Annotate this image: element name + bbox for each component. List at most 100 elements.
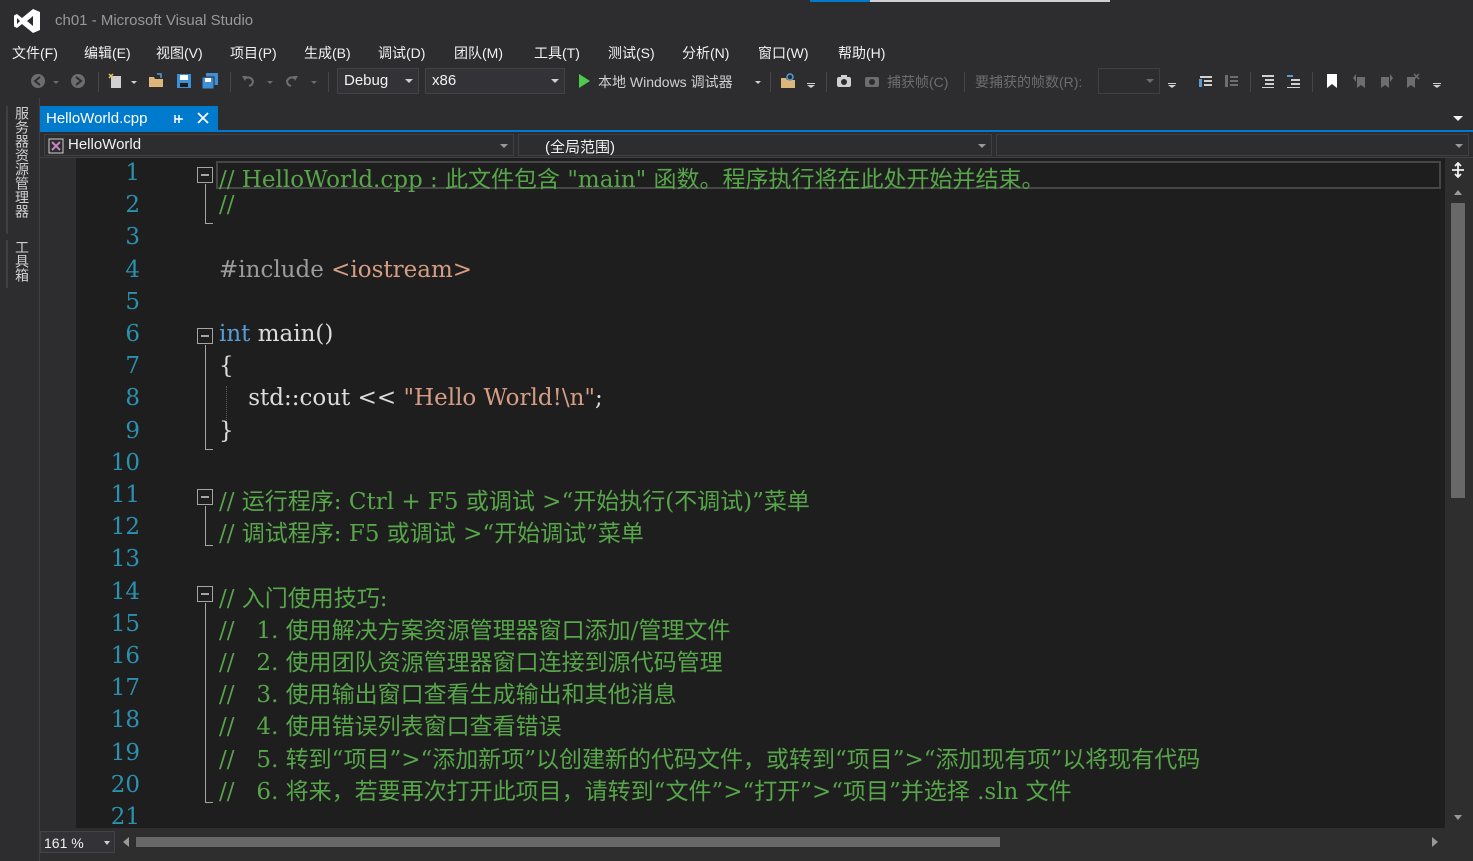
scroll-down-icon[interactable]: [1453, 814, 1463, 822]
back-dropdown-icon[interactable]: [52, 73, 60, 89]
code-line[interactable]: 10: [40, 448, 1445, 480]
menu-team[interactable]: 团队(M): [454, 43, 503, 63]
code-line[interactable]: 6 int main(): [40, 319, 1445, 351]
close-icon[interactable]: [197, 112, 209, 124]
code-line[interactable]: 17 // 3. 使用输出窗口查看生成输出和其他消息: [40, 673, 1445, 708]
code-editor[interactable]: 1 // HelloWorld.cpp : 此文件包含 "main" 函数。程序执…: [40, 158, 1445, 828]
capture-frame-icon[interactable]: [864, 73, 880, 89]
code-token: // 5. 转到“项目”>“添加新项”以创建新的代码文件，或转到“项目”>“添加…: [219, 746, 1201, 773]
frames-to-capture-combo[interactable]: [1098, 68, 1160, 94]
toolbox-tab[interactable]: 工具箱: [12, 240, 32, 282]
code-line[interactable]: 9}: [40, 416, 1445, 448]
project-combo[interactable]: HelloWorld: [44, 134, 514, 156]
sidetab-indicator: [6, 106, 8, 234]
line-number: 10: [110, 449, 140, 476]
open-file-icon[interactable]: [148, 73, 164, 89]
line-number: 6: [125, 321, 140, 347]
menu-window[interactable]: 窗口(W): [758, 43, 809, 63]
menu-build[interactable]: 生成(B): [304, 43, 351, 63]
code-text: // 运行程序: Ctrl + F5 或调试 >“开始执行(不调试)”菜单: [219, 482, 810, 516]
next-bookmark-icon[interactable]: [1378, 73, 1394, 89]
overflow-dropdown-icon[interactable]: [1167, 73, 1177, 89]
show-next-statement-icon[interactable]: [1198, 73, 1214, 89]
scope-value: (全局范围): [545, 139, 615, 156]
line-number: 7: [125, 353, 140, 380]
overflow-dropdown-icon[interactable]: [1432, 73, 1442, 89]
code-line[interactable]: 2 //: [40, 190, 1445, 222]
clear-bookmarks-icon[interactable]: [1404, 73, 1420, 89]
scroll-left-icon[interactable]: [123, 837, 129, 847]
code-line[interactable]: 12 // 调试程序: F5 或调试 >“开始调试”菜单: [40, 512, 1445, 547]
redo-icon[interactable]: [284, 73, 300, 89]
new-dropdown-icon[interactable]: [130, 73, 138, 89]
undo-icon[interactable]: [240, 73, 256, 89]
tab-helloworld-cpp[interactable]: HelloWorld.cpp: [40, 106, 218, 132]
code-line[interactable]: 8 std::cout << "Hello World!\n";: [40, 383, 1445, 415]
scope-combo[interactable]: (全局范围): [518, 134, 992, 156]
split-window-icon[interactable]: [1451, 162, 1465, 178]
menu-project[interactable]: 项目(P): [230, 43, 277, 63]
code-token: // 6. 将来，若要再次打开此项目，请转到“文件”>“打开”>“项目”并选择 …: [219, 778, 1072, 805]
title-bar: ch01 - Microsoft Visual Studio: [0, 0, 1473, 40]
comment-lines-icon[interactable]: [1260, 73, 1276, 89]
platform-combo[interactable]: x86: [425, 68, 565, 94]
code-line[interactable]: 5: [40, 287, 1445, 319]
find-in-files-icon[interactable]: [780, 73, 796, 89]
tab-list-dropdown-icon[interactable]: [1453, 116, 1463, 121]
horizontal-scroll-thumb[interactable]: [136, 837, 1000, 847]
overflow-dropdown-icon[interactable]: [806, 73, 816, 89]
vertical-scroll-thumb[interactable]: [1451, 203, 1465, 498]
start-debug-icon[interactable]: [576, 73, 592, 89]
step-icon[interactable]: [1224, 73, 1240, 89]
code-token: int: [219, 321, 251, 347]
forward-icon[interactable]: [70, 73, 86, 89]
code-line[interactable]: 21: [40, 802, 1445, 828]
menu-help[interactable]: 帮助(H): [838, 43, 885, 63]
camera-icon[interactable]: [836, 73, 852, 89]
uncomment-lines-icon[interactable]: [1286, 73, 1302, 89]
member-combo[interactable]: [996, 134, 1469, 156]
code-line[interactable]: 15 // 1. 使用解决方案资源管理器窗口添加/管理文件: [40, 609, 1445, 644]
code-line[interactable]: 18 // 4. 使用错误列表窗口查看错误: [40, 705, 1445, 740]
server-explorer-tab[interactable]: 服务器资源管理器: [12, 106, 32, 218]
start-debugger-button[interactable]: 本地 Windows 调试器: [598, 72, 733, 92]
back-icon[interactable]: [30, 73, 46, 89]
menu-file[interactable]: 文件(F): [12, 43, 58, 63]
code-line[interactable]: 4 #include <iostream>: [40, 255, 1445, 287]
vertical-scrollbar[interactable]: [1445, 158, 1473, 828]
visual-studio-logo-icon: [14, 9, 40, 33]
pin-icon[interactable]: [173, 112, 185, 126]
code-line[interactable]: 20 // 6. 将来，若要再次打开此项目，请转到“文件”>“打开”>“项目”并选…: [40, 770, 1445, 805]
scroll-right-icon[interactable]: [1432, 837, 1438, 847]
code-line[interactable]: 11 // 运行程序: Ctrl + F5 或调试 >“开始执行(不调试)”菜单: [40, 480, 1445, 515]
debugger-dropdown-icon[interactable]: [754, 73, 762, 89]
chevron-down-icon: [1455, 144, 1463, 148]
new-project-icon[interactable]: [108, 73, 124, 89]
configuration-combo[interactable]: Debug: [337, 68, 419, 94]
menu-test[interactable]: 测试(S): [608, 43, 655, 63]
code-token: <iostream>: [331, 256, 473, 283]
save-all-icon[interactable]: [202, 73, 218, 89]
configuration-value: Debug: [344, 72, 389, 89]
zoom-combo[interactable]: 161 %: [40, 831, 115, 853]
capture-frame-button[interactable]: 捕获帧(C): [887, 72, 948, 92]
menu-edit[interactable]: 编辑(E): [84, 43, 131, 63]
previous-bookmark-icon[interactable]: [1352, 73, 1368, 89]
bookmark-icon[interactable]: [1324, 73, 1340, 89]
code-line[interactable]: 3: [40, 222, 1445, 254]
code-line[interactable]: 7{: [40, 351, 1445, 383]
code-line[interactable]: 13: [40, 544, 1445, 576]
code-line[interactable]: 14 // 入门使用技巧:: [40, 577, 1445, 612]
code-line[interactable]: 1 // HelloWorld.cpp : 此文件包含 "main" 函数。程序执…: [40, 158, 1445, 193]
menu-tools[interactable]: 工具(T): [534, 43, 580, 63]
menu-analyze[interactable]: 分析(N): [682, 43, 729, 63]
navigation-bar: HelloWorld (全局范围): [40, 132, 1473, 158]
menu-view[interactable]: 视图(V): [156, 43, 203, 63]
code-line[interactable]: 19 // 5. 转到“项目”>“添加新项”以创建新的代码文件，或转到“项目”>“…: [40, 738, 1445, 773]
code-line[interactable]: 16 // 2. 使用团队资源管理器窗口连接到源代码管理: [40, 641, 1445, 676]
save-icon[interactable]: [176, 73, 192, 89]
redo-dropdown-icon[interactable]: [310, 73, 318, 89]
scroll-up-icon[interactable]: [1453, 188, 1463, 196]
undo-dropdown-icon[interactable]: [266, 73, 274, 89]
menu-debug[interactable]: 调试(D): [378, 43, 425, 63]
